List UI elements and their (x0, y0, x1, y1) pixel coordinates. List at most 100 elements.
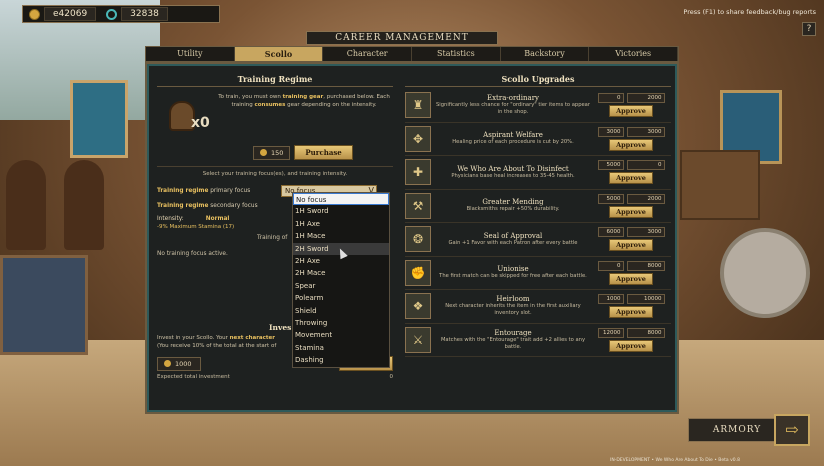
upgrade-name: Unionise (497, 265, 529, 274)
tab-bar: Utility Scollo Character Statistics Back… (145, 46, 679, 62)
upgrade-row: ⚔ Entourage Matches with the "Entourage" t… (405, 324, 671, 357)
invest-amount-input[interactable]: 1000 (157, 356, 201, 371)
intensity-value: Normal (205, 216, 230, 222)
seal-icon: ❂ (405, 226, 431, 253)
arrow-right-icon[interactable]: ⇨ (774, 414, 810, 446)
approve-button[interactable]: Approve (609, 138, 653, 151)
tab-backstory[interactable]: Backstory (501, 47, 590, 61)
favor-icon (106, 8, 118, 20)
favor-display: 32838 (106, 7, 168, 21)
favor-cost: 2000 (626, 93, 665, 104)
upgrade-row: ✥ Aspirant Welfare Healing price of each p… (405, 123, 671, 156)
gold-cost: 3000 (597, 126, 624, 137)
favor-cost: 3000 (626, 227, 665, 238)
tab-utility[interactable]: Utility (146, 47, 235, 61)
upgrade-info: Aspirant Welfare Healing price of each pr… (435, 131, 591, 146)
upgrade-row: ♜ Extra-ordinary Significantly less chance… (405, 89, 671, 123)
upgrade-cost: 0 8000 Approve (591, 260, 671, 285)
upgrade-list: ♜ Extra-ordinary Significantly less chance… (405, 89, 671, 357)
heal-icon: ✚ (405, 159, 431, 186)
upgrade-row: ✚ We Who Are About To Disinfect Physicians… (405, 156, 671, 190)
expected-label: Expected total investment (157, 374, 230, 380)
upgrade-cost: 3000 3000 Approve (591, 126, 671, 151)
favor-cost: 10000 (626, 294, 665, 305)
dropdown-option[interactable]: 1H Mace (293, 230, 389, 242)
dropdown-option[interactable]: 1H Axe (293, 218, 389, 230)
upgrade-row: ❂ Seal of Approval Gain +1 Favor with each… (405, 223, 671, 257)
tab-statistics[interactable]: Statistics (412, 47, 501, 61)
upgrade-description: Matches with the "Entourage" trait add +… (440, 336, 586, 350)
armory-button[interactable]: ARMORY (688, 418, 786, 442)
dropdown-option[interactable]: Throwing (293, 317, 389, 329)
label-highlight: Training regime (157, 203, 209, 209)
tab-character[interactable]: Character (323, 47, 413, 61)
help-button[interactable]: ? (802, 22, 816, 36)
dropdown-option[interactable]: 1H Sword (293, 205, 389, 217)
dropdown-option[interactable]: Dashing (293, 354, 389, 366)
secondary-focus-label: Training regime secondary focus (157, 203, 281, 209)
gear-cost-value: 150 (271, 148, 284, 157)
invest-text: Invest in your Scollo. Your (157, 335, 230, 341)
gold-cost: 5000 (597, 193, 624, 204)
gold-display: e42069 (29, 7, 97, 21)
background-chest (0, 255, 88, 355)
training-description: To train, you must own training gear, pu… (215, 91, 393, 141)
desc-text: To train, you must own (218, 94, 283, 100)
label-text: secondary focus (208, 203, 258, 209)
approve-button[interactable]: Approve (609, 339, 653, 352)
upgrade-row: ⚒ Greater Mending Blacksmiths repair +50% … (405, 190, 671, 223)
dropdown-option[interactable]: Spear (293, 280, 389, 292)
background-gladiator (6, 160, 46, 250)
primary-focus-dropdown: No focus 1H Sword 1H Axe 1H Mace 2H Swor… (292, 192, 390, 368)
build-footer: IN-DEVELOPMENT • We Who Are About To Die… (610, 458, 740, 463)
approve-button[interactable]: Approve (609, 272, 653, 285)
coin-icon (260, 149, 267, 156)
dropdown-option[interactable]: 2H Mace (293, 267, 389, 279)
upgrade-name: Entourage (494, 328, 532, 337)
tab-scollo[interactable]: Scollo (234, 47, 324, 61)
select-hint: Select your training focus(es), and trai… (202, 171, 348, 177)
background-gladiator (64, 160, 104, 250)
upgrade-row: ✊ Unionise The first match can be skipped … (405, 257, 671, 290)
background-banner (70, 80, 128, 158)
helmet-icon: ♜ (405, 92, 431, 119)
feedback-hint: Press (F1) to share feedback/bug reports (683, 8, 816, 16)
dropdown-option[interactable]: Stamina (293, 342, 389, 354)
dropdown-option[interactable]: No focus (293, 193, 389, 206)
upgrade-name: Extra-ordinary (486, 94, 540, 103)
coin-icon (164, 360, 171, 367)
tab-victories[interactable]: Victories (589, 47, 679, 61)
favor-value: 32838 (121, 7, 168, 21)
gold-cost: 12000 (597, 327, 624, 338)
gold-cost: 5000 (597, 160, 624, 171)
heirloom-icon: ❖ (405, 293, 431, 320)
hammer-icon: ⚒ (405, 192, 431, 219)
approve-button[interactable]: Approve (609, 306, 653, 319)
desc-highlight: consumes (254, 102, 286, 108)
gold-coin-icon (29, 8, 40, 20)
approve-button[interactable]: Approve (609, 239, 653, 252)
upgrade-info: We Who Are About To Disinfect Physicians … (435, 165, 591, 180)
favor-cost: 8000 (626, 260, 665, 271)
gold-cost: 1000 (597, 294, 624, 305)
approve-button[interactable]: Approve (609, 205, 653, 218)
invest-amount: 1000 (175, 359, 192, 368)
upgrade-name: Greater Mending (482, 198, 544, 207)
upgrade-info: Extra-ordinary Significantly less chance … (435, 94, 591, 116)
purchase-button[interactable]: Purchase (294, 145, 353, 160)
gold-cost: 0 (597, 260, 624, 271)
upgrade-cost: 5000 2000 Approve (591, 193, 671, 218)
dropdown-option[interactable]: Polearm (293, 292, 389, 304)
approve-button[interactable]: Approve (609, 105, 653, 118)
upgrade-info: Greater Mending Blacksmiths repair +50% d… (435, 198, 591, 213)
upgrade-description: Gain +1 Favor with each Patron after eve… (448, 239, 578, 246)
dropdown-option[interactable]: Shield (293, 305, 389, 317)
dropdown-option[interactable]: Movement (293, 329, 389, 341)
upgrade-description: The first match can be skipped for free … (439, 273, 587, 280)
favor-cost: 0 (626, 160, 665, 171)
background-shelf (680, 150, 760, 220)
approve-button[interactable]: Approve (609, 172, 653, 185)
upgrade-info: Entourage Matches with the "Entourage" tr… (435, 329, 591, 351)
desc-text: gear depending on the intensity. (285, 102, 377, 108)
upgrade-name: Aspirant Welfare (483, 131, 543, 140)
